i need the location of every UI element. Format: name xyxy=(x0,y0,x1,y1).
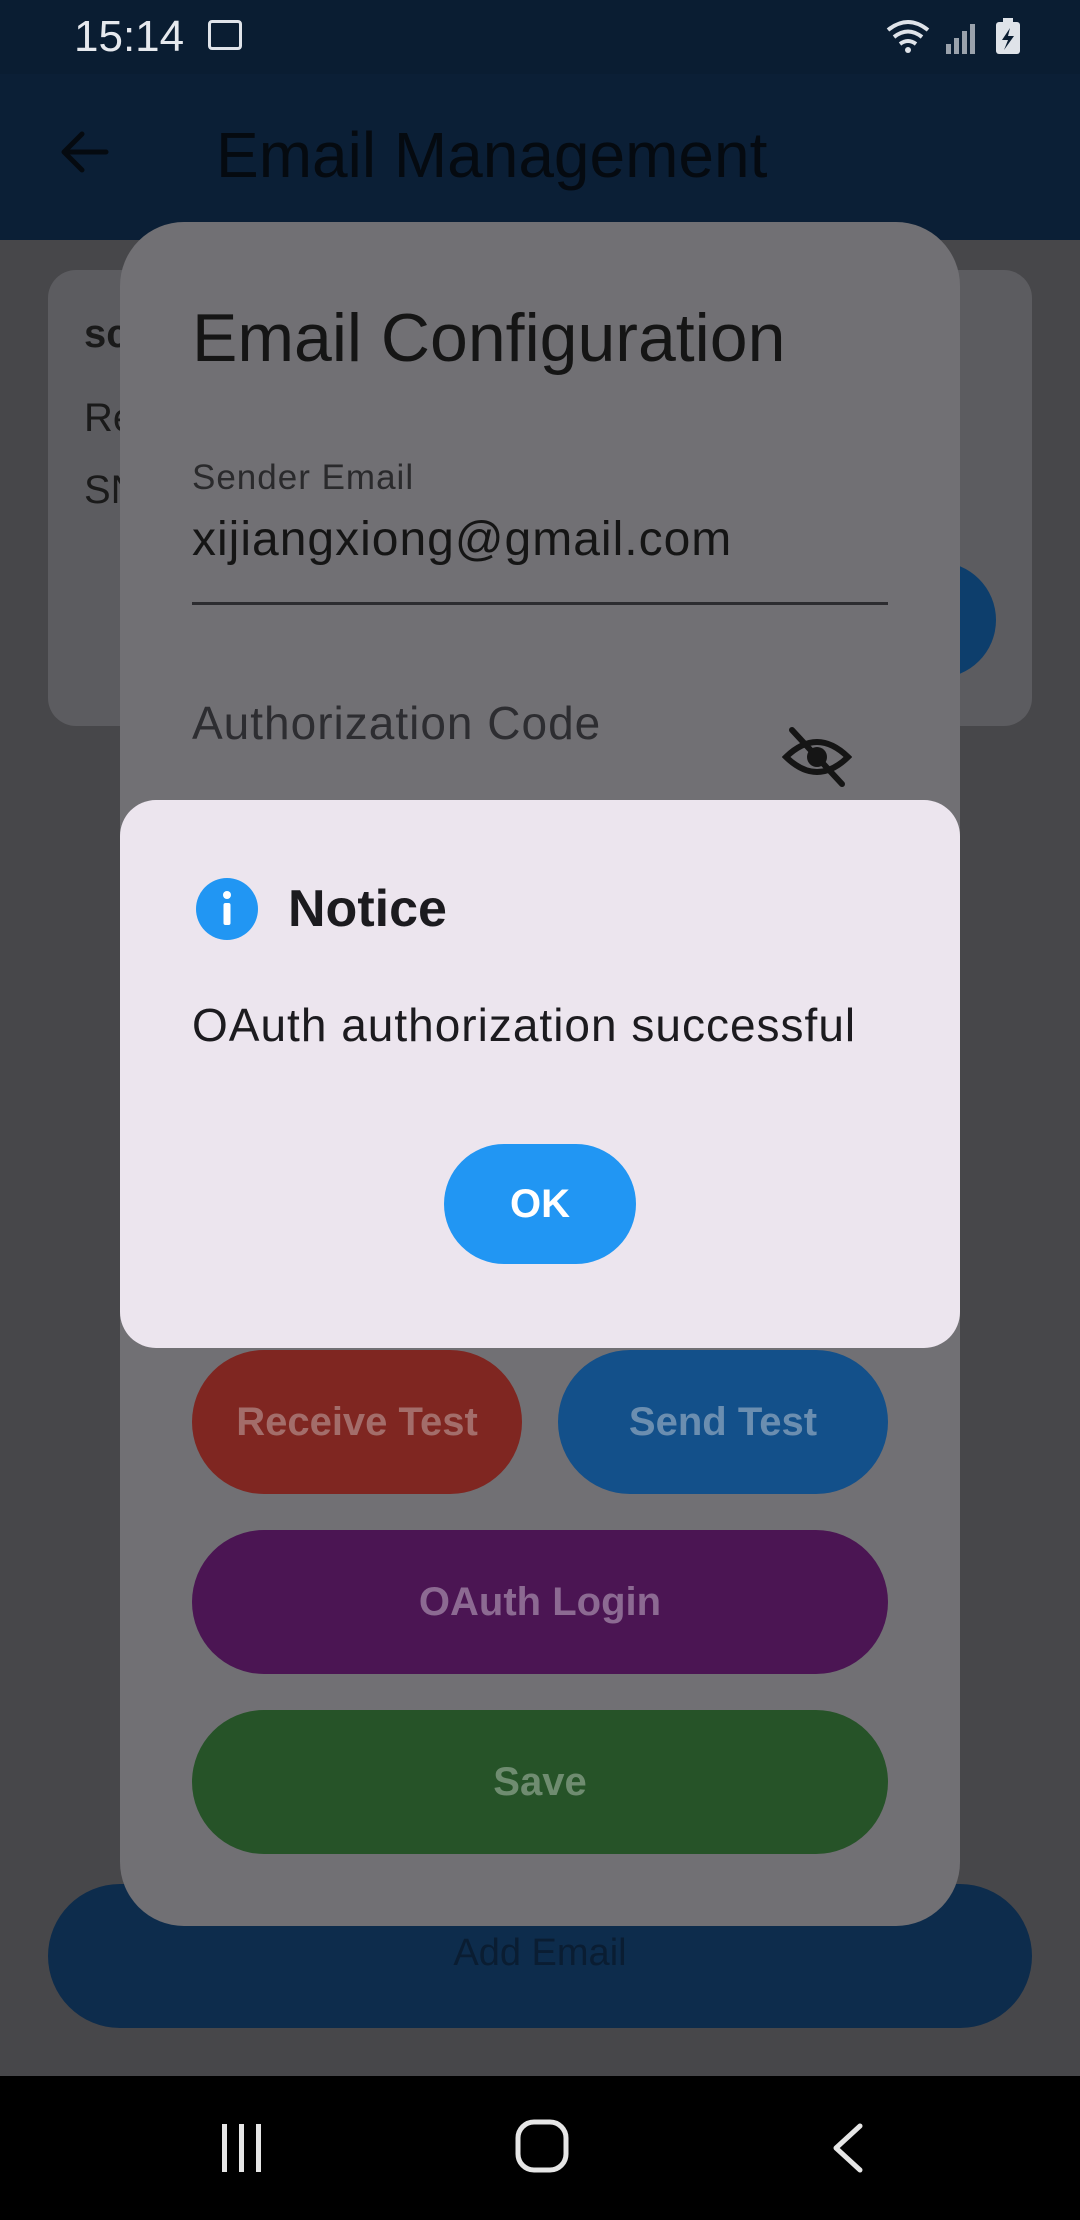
status-time: 15:14 xyxy=(74,12,185,61)
sender-email-field[interactable]: xijiangxiong@gmail.com xyxy=(192,512,732,567)
dialog-message: OAuth authorization successful xyxy=(192,999,857,1051)
ok-button[interactable]: OK xyxy=(444,1144,636,1264)
system-navigation-bar xyxy=(0,2076,1080,2220)
add-email-label: Add Email xyxy=(453,1932,627,1974)
home-icon[interactable] xyxy=(512,2116,572,2181)
page-title: Email Management xyxy=(216,119,768,191)
dialog-title: Notice xyxy=(288,880,447,938)
signal-icon xyxy=(946,24,975,54)
send-test-button[interactable]: Send Test xyxy=(558,1350,888,1494)
notice-dialog: Notice OAuth authorization successful OK xyxy=(120,800,960,1348)
visibility-off-icon[interactable] xyxy=(781,722,853,792)
gallery-notification-icon xyxy=(208,20,242,50)
oauth-login-button[interactable]: OAuth Login xyxy=(192,1530,888,1674)
authorization-code-field[interactable]: Authorization Code xyxy=(192,696,601,750)
status-icons xyxy=(884,16,1034,61)
wifi-icon xyxy=(886,20,930,46)
recent-apps-icon[interactable] xyxy=(218,2120,266,2181)
sender-email-underline xyxy=(192,602,888,605)
back-arrow-icon[interactable] xyxy=(56,124,112,180)
sheet-title: Email Configuration xyxy=(192,300,786,376)
receive-test-button[interactable]: Receive Test xyxy=(192,1350,522,1494)
battery-icon xyxy=(996,18,1020,54)
sender-email-label: Sender Email xyxy=(192,458,415,497)
back-nav-icon[interactable] xyxy=(826,2120,870,2181)
info-icon xyxy=(196,878,258,940)
save-button[interactable]: Save xyxy=(192,1710,888,1854)
status-bar: 15:14 xyxy=(0,0,1080,74)
